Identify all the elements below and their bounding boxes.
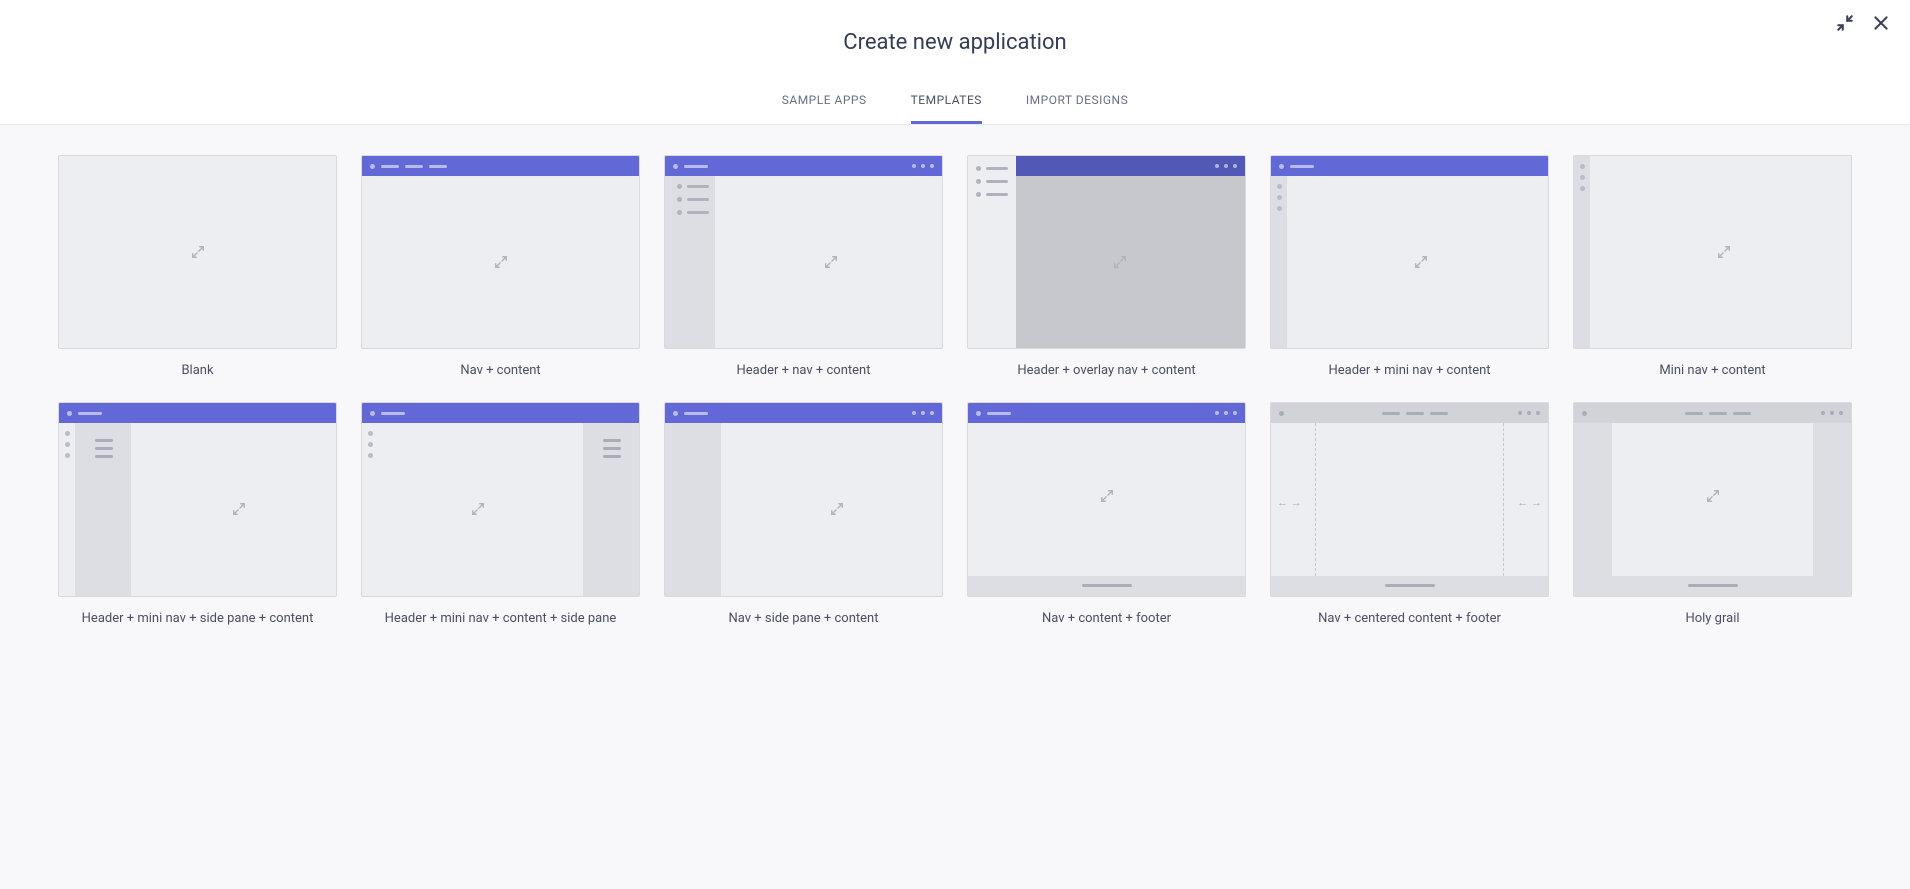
template-label: Header + nav + content <box>737 363 871 378</box>
template-thumbnail <box>1573 155 1852 349</box>
mini-nav <box>1574 156 1590 348</box>
nav-bar <box>1574 403 1851 423</box>
nav-bar <box>1271 403 1548 423</box>
templates-grid: Blank Nav + content <box>58 155 1852 626</box>
tab-import-designs[interactable]: IMPORT DESIGNS <box>1026 83 1128 124</box>
template-header-mininav-sidepane-content[interactable]: Header + mini nav + side pane + content <box>58 402 337 625</box>
expand-icon <box>471 502 485 516</box>
expand-icon <box>494 255 508 269</box>
template-label: Header + overlay nav + content <box>1017 363 1195 378</box>
close-icon[interactable] <box>1872 14 1890 32</box>
side-list <box>677 184 709 215</box>
nav-bar <box>1271 156 1548 176</box>
template-thumbnail <box>664 155 943 349</box>
template-nav-centered-content-footer[interactable]: ← → ← → Nav + centered content + footer <box>1270 402 1549 625</box>
template-blank[interactable]: Blank <box>58 155 337 378</box>
template-nav-content-footer[interactable]: Nav + content + footer <box>967 402 1246 625</box>
expand-icon <box>232 502 246 516</box>
tabs: SAMPLE APPS TEMPLATES IMPORT DESIGNS <box>0 83 1910 125</box>
template-thumbnail: ← → ← → <box>1270 402 1549 596</box>
template-thumbnail <box>361 155 640 349</box>
mini-nav <box>362 423 378 595</box>
mini-nav <box>59 423 75 595</box>
template-label: Nav + content + footer <box>1042 611 1171 626</box>
template-nav-content[interactable]: Nav + content <box>361 155 640 378</box>
template-label: Nav + content <box>460 363 540 378</box>
column-guides <box>1315 423 1503 575</box>
footer-bar <box>1574 576 1851 596</box>
template-label: Header + mini nav + content + side pane <box>385 611 617 626</box>
template-label: Header + mini nav + side pane + content <box>82 611 314 626</box>
arrows-right-icon: ← → <box>1517 496 1542 509</box>
template-thumbnail <box>1573 402 1852 596</box>
expand-icon <box>830 502 844 516</box>
templates-content: Blank Nav + content <box>0 125 1910 889</box>
template-holy-grail[interactable]: Holy grail <box>1573 402 1852 625</box>
expand-icon <box>1414 255 1428 269</box>
template-header-mininav-content-sidepane[interactable]: Header + mini nav + content + side pane <box>361 402 640 625</box>
create-application-dialog: Create new application SAMPLE APPS TEMPL… <box>0 0 1910 889</box>
footer-bar <box>1271 576 1548 596</box>
template-label: Nav + centered content + footer <box>1318 611 1501 626</box>
template-label: Blank <box>181 363 213 378</box>
nav-bar <box>59 403 336 423</box>
dialog-header: Create new application SAMPLE APPS TEMPL… <box>0 0 1910 125</box>
arrows-left-icon: ← → <box>1277 496 1302 509</box>
mini-nav <box>1271 176 1287 348</box>
expand-icon <box>1706 489 1720 503</box>
template-header-overlay-nav-content[interactable]: Header + overlay nav + content <box>967 155 1246 378</box>
nav-bar <box>665 403 942 423</box>
template-thumbnail <box>361 402 640 596</box>
expand-icon <box>1100 489 1114 503</box>
right-pane <box>1813 423 1851 575</box>
nav-bar <box>362 403 639 423</box>
content-area <box>1016 176 1245 348</box>
nav-bar <box>362 156 639 176</box>
template-label: Holy grail <box>1685 611 1739 626</box>
side-list <box>976 166 1008 197</box>
template-label: Header + mini nav + content <box>1328 363 1490 378</box>
left-pane <box>1574 423 1612 575</box>
minimize-icon[interactable] <box>1836 14 1854 32</box>
expand-icon <box>1717 245 1731 259</box>
template-header-nav-content[interactable]: Header + nav + content <box>664 155 943 378</box>
template-thumbnail <box>1270 155 1549 349</box>
footer-bar <box>968 576 1245 596</box>
expand-icon <box>824 255 838 269</box>
expand-icon <box>191 245 205 259</box>
hamburger-icon <box>95 439 113 458</box>
template-header-mininav-content[interactable]: Header + mini nav + content <box>1270 155 1549 378</box>
template-thumbnail <box>967 155 1246 349</box>
dialog-title: Create new application <box>0 30 1910 55</box>
nav-bar <box>968 403 1245 423</box>
tab-sample-apps[interactable]: SAMPLE APPS <box>782 83 867 124</box>
side-pane <box>665 423 721 595</box>
template-thumbnail <box>967 402 1246 596</box>
template-label: Nav + side pane + content <box>729 611 879 626</box>
nav-bar <box>1016 156 1245 176</box>
hamburger-icon <box>603 439 621 458</box>
template-label: Mini nav + content <box>1659 363 1765 378</box>
template-nav-sidepane-content[interactable]: Nav + side pane + content <box>664 402 943 625</box>
header-icons <box>1836 14 1890 32</box>
template-thumbnail <box>58 402 337 596</box>
nav-bar <box>665 156 942 176</box>
template-mininav-content[interactable]: Mini nav + content <box>1573 155 1852 378</box>
template-thumbnail <box>58 155 337 349</box>
template-thumbnail <box>664 402 943 596</box>
expand-icon <box>1113 255 1127 269</box>
tab-templates[interactable]: TEMPLATES <box>911 83 982 124</box>
